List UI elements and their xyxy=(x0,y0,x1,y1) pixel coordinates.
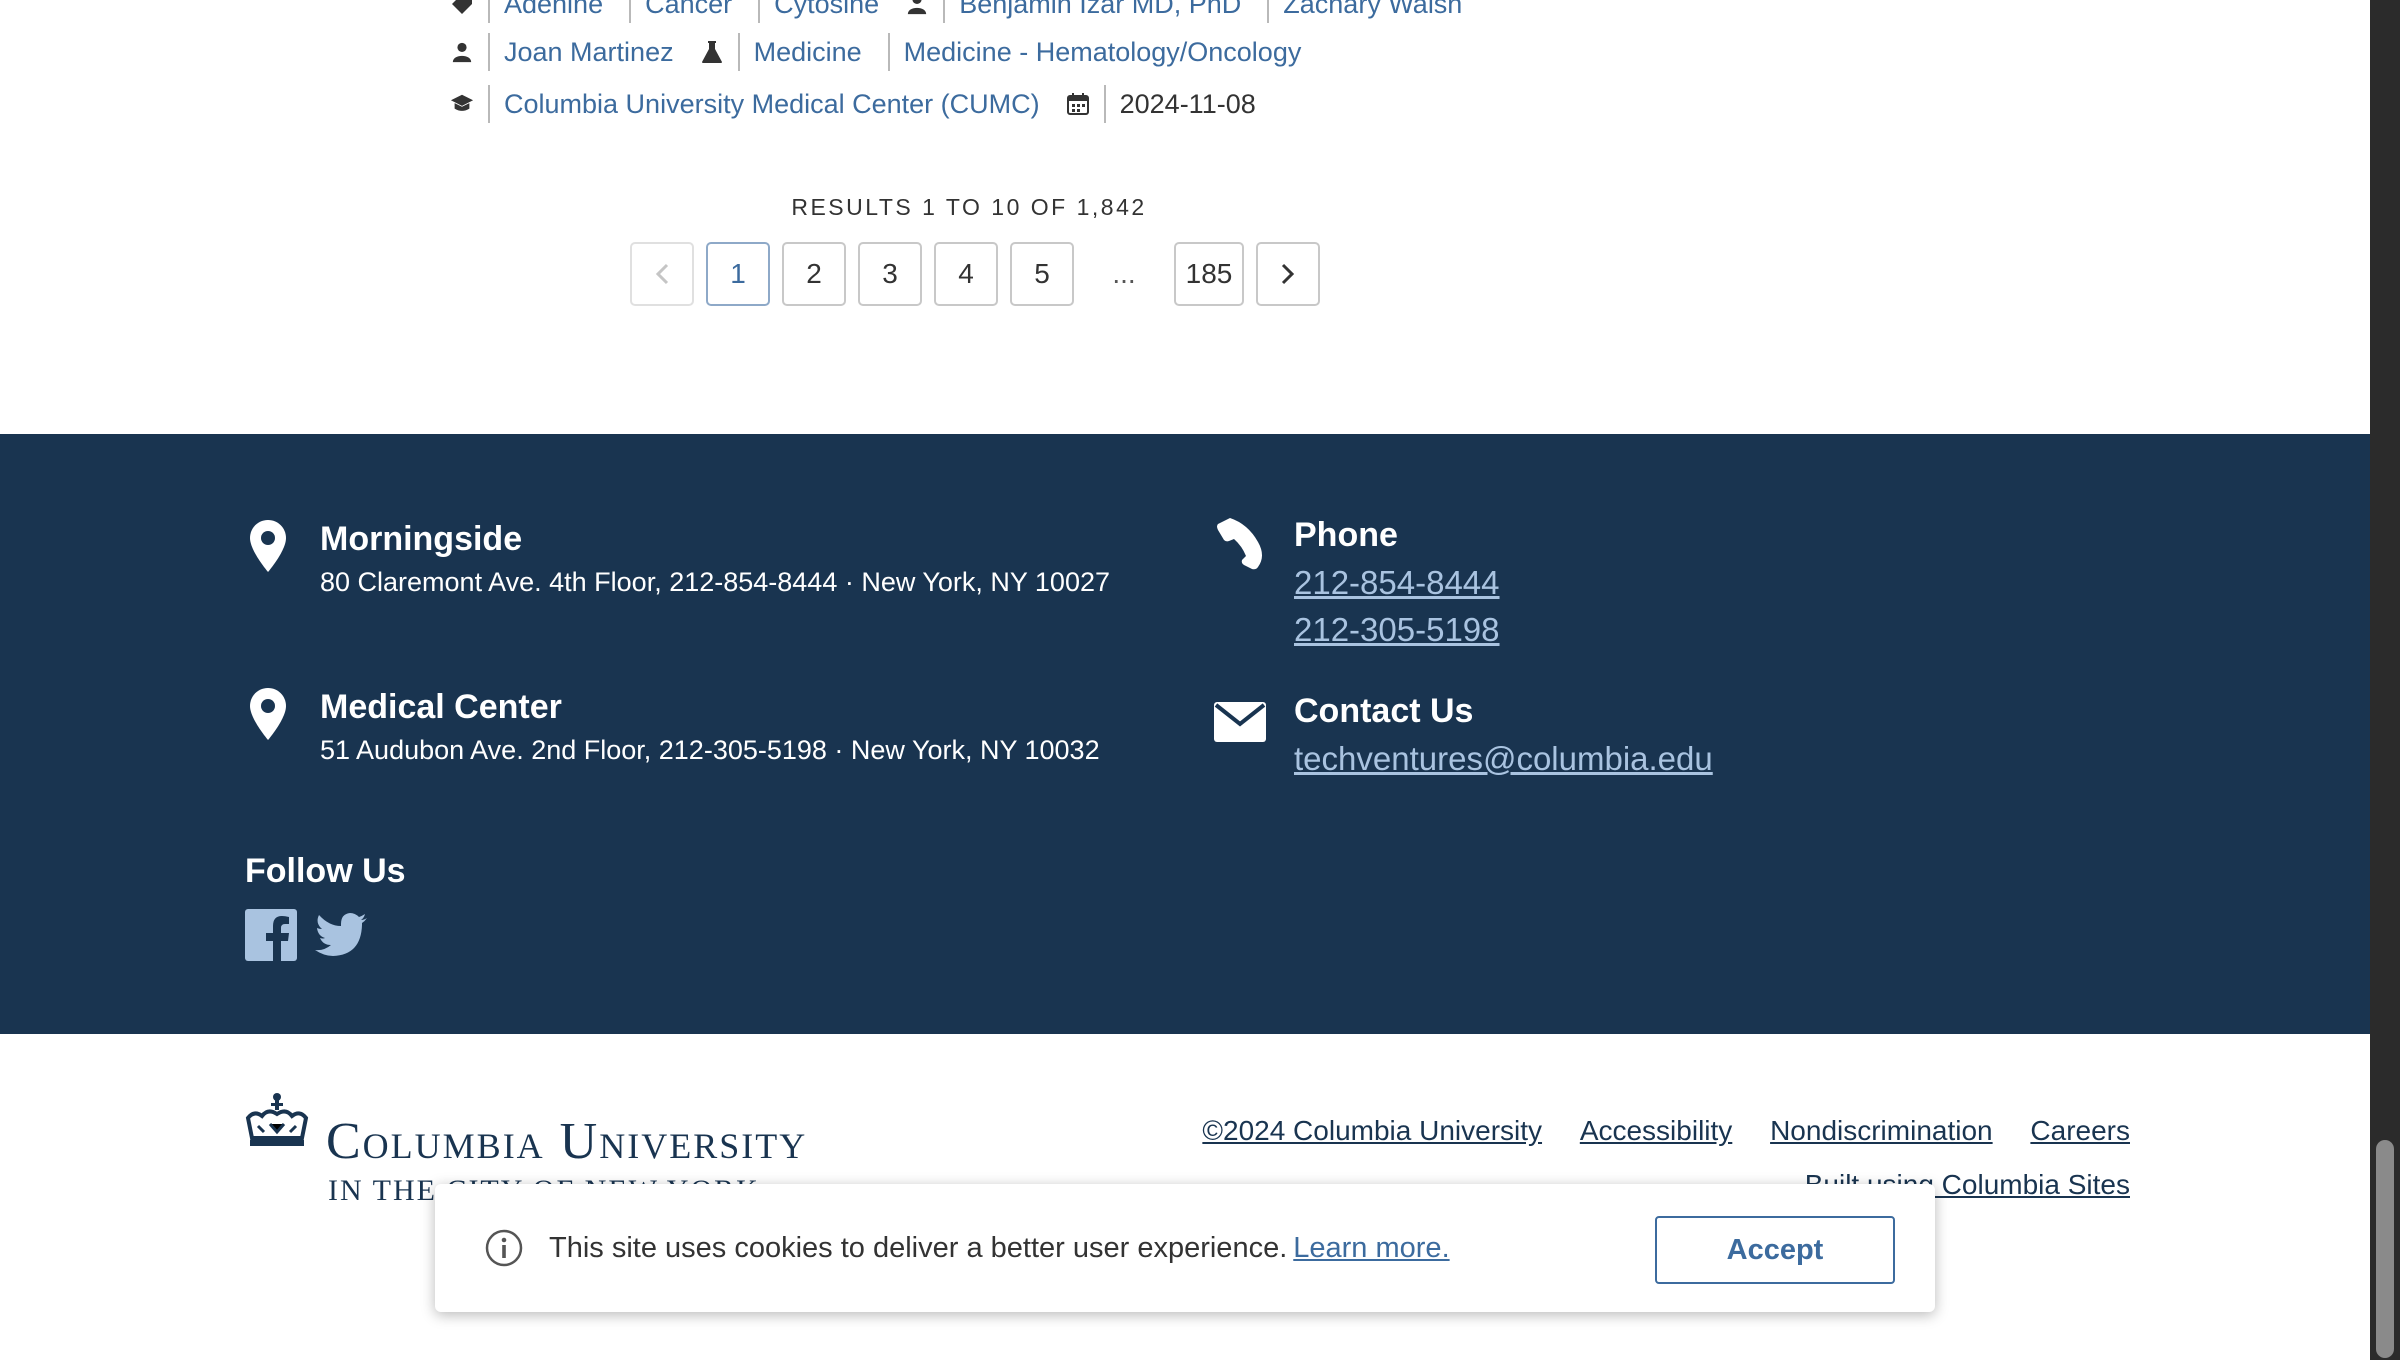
person-icon xyxy=(450,40,474,64)
results-summary: RESULTS 1 TO 10 OF 1,842 xyxy=(791,194,1147,220)
contact-heading: Contact Us xyxy=(1294,692,1474,730)
result-school-row: Columbia University Medical Center (CUMC… xyxy=(450,82,1256,126)
result-tags-row: Adenine Cancer Cytosine Benjamin Izar MD… xyxy=(450,0,1462,26)
page-button-last[interactable]: 185 xyxy=(1174,242,1244,306)
tag-link[interactable]: Adenine xyxy=(504,0,603,20)
department-link[interactable]: Medicine - Hematology/Oncology xyxy=(904,37,1302,68)
contact-block: Contact Us techventures@columbia.edu xyxy=(1214,692,1713,782)
page-ellipsis: ... xyxy=(1112,258,1136,289)
phone-block: Phone 212-854-8444 212-305-5198 xyxy=(1214,516,1500,653)
graduation-cap-icon xyxy=(450,92,474,116)
inventor-link[interactable]: Zachary Walsh xyxy=(1283,0,1462,20)
email-link[interactable]: techventures@columbia.edu xyxy=(1294,735,1713,782)
pagination: 1 2 3 4 5 ... 185 xyxy=(630,242,1332,306)
tag-icon xyxy=(450,0,474,16)
scrollbar-thumb[interactable] xyxy=(2376,1140,2394,1358)
person-icon xyxy=(905,0,929,16)
cookie-banner: This site uses cookies to deliver a bett… xyxy=(435,1184,1935,1312)
tag-link[interactable]: Cancer xyxy=(645,0,732,20)
flask-icon xyxy=(700,40,724,64)
chevron-left-icon xyxy=(655,263,669,285)
next-page-button[interactable] xyxy=(1256,242,1320,306)
cookie-message: This site uses cookies to deliver a bett… xyxy=(549,1232,1450,1265)
location-address: 80 Claremont Ave. 4th Floor, 212-854-844… xyxy=(320,567,1111,597)
location-address: 51 Audubon Ave. 2nd Floor, 212-305-5198 … xyxy=(320,735,1100,765)
location-name: Medical Center xyxy=(320,688,562,726)
site-footer: Morningside 80 Claremont Ave. 4th Floor,… xyxy=(0,434,2370,1034)
page-button-4[interactable]: 4 xyxy=(934,242,998,306)
prev-page-button[interactable] xyxy=(630,242,694,306)
info-icon xyxy=(485,1229,523,1267)
phone-heading: Phone xyxy=(1294,516,1398,554)
calendar-icon xyxy=(1066,92,1090,116)
tag-link[interactable]: Cytosine xyxy=(774,0,879,20)
crown-icon xyxy=(244,1092,310,1161)
learn-more-link[interactable]: Learn more. xyxy=(1293,1232,1449,1264)
result-people-row: Joan Martinez Medicine Medicine - Hemato… xyxy=(450,30,1301,74)
manager-link[interactable]: Joan Martinez xyxy=(504,37,674,68)
accessibility-link[interactable]: Accessibility xyxy=(1580,1115,1732,1146)
page-button-5[interactable]: 5 xyxy=(1010,242,1074,306)
inventor-link[interactable]: Benjamin Izar MD, PhD xyxy=(959,0,1241,20)
location-medical-center: Medical Center 51 Audubon Ave. 2nd Floor… xyxy=(250,688,1100,766)
follow-us: Follow Us xyxy=(245,852,406,961)
follow-heading: Follow Us xyxy=(245,852,406,890)
location-morningside: Morningside 80 Claremont Ave. 4th Floor,… xyxy=(250,520,1110,598)
page-button-3[interactable]: 3 xyxy=(858,242,922,306)
location-name: Morningside xyxy=(320,520,523,558)
nondiscrimination-link[interactable]: Nondiscrimination xyxy=(1770,1115,1993,1146)
phone-link[interactable]: 212-854-8444 xyxy=(1294,559,1500,606)
envelope-icon xyxy=(1214,692,1268,782)
map-pin-icon xyxy=(250,520,290,598)
map-pin-icon xyxy=(250,688,290,766)
page-button-2[interactable]: 2 xyxy=(782,242,846,306)
twitter-icon[interactable] xyxy=(315,913,367,957)
phone-link[interactable]: 212-305-5198 xyxy=(1294,606,1500,653)
page-button-1[interactable]: 1 xyxy=(706,242,770,306)
accept-cookies-button[interactable]: Accept xyxy=(1655,1216,1895,1284)
page-scrollbar[interactable] xyxy=(2370,0,2400,1360)
careers-link[interactable]: Careers xyxy=(2030,1115,2130,1146)
department-link[interactable]: Medicine xyxy=(754,37,862,68)
facebook-icon[interactable] xyxy=(245,909,297,961)
phone-icon xyxy=(1214,516,1268,653)
logo-wordmark: Columbia University xyxy=(326,1113,808,1170)
school-link[interactable]: Columbia University Medical Center (CUMC… xyxy=(504,89,1040,120)
chevron-right-icon xyxy=(1281,263,1295,285)
copyright-link[interactable]: ©2024 Columbia University xyxy=(1202,1115,1542,1146)
cookie-text: This site uses cookies to deliver a bett… xyxy=(549,1231,1288,1264)
publish-date: 2024-11-08 xyxy=(1119,88,1256,119)
